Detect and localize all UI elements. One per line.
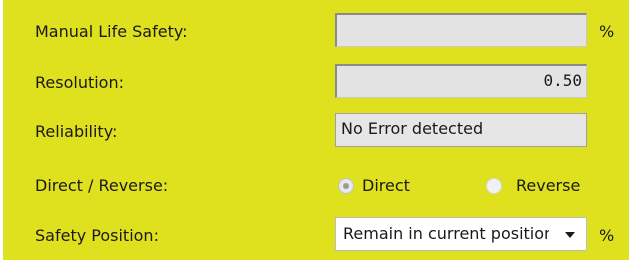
safety-position-value: Remain in current position (343, 224, 549, 243)
manual-life-safety-field[interactable] (335, 13, 587, 47)
direct-radio[interactable] (338, 178, 354, 194)
chevron-down-icon[interactable] (565, 232, 575, 238)
reverse-radio[interactable] (486, 178, 502, 194)
direct-radio-label: Direct (362, 176, 410, 195)
resolution-label: Resolution: (35, 73, 124, 92)
manual-life-safety-label: Manual Life Safety: (35, 22, 188, 41)
reliability-field: No Error detected (335, 113, 587, 147)
safety-position-unit: % (599, 226, 615, 245)
reliability-label: Reliability: (35, 122, 118, 141)
safety-position-select[interactable]: Remain in current position (335, 217, 587, 251)
manual-life-safety-unit: % (599, 22, 615, 41)
direct-reverse-label: Direct / Reverse: (35, 176, 169, 195)
reverse-radio-label: Reverse (516, 176, 581, 195)
safety-position-label: Safety Position: (35, 226, 159, 245)
settings-panel: Manual Life Safety: % Resolution: 0.50 R… (3, 0, 629, 260)
resolution-field[interactable]: 0.50 (335, 64, 587, 98)
